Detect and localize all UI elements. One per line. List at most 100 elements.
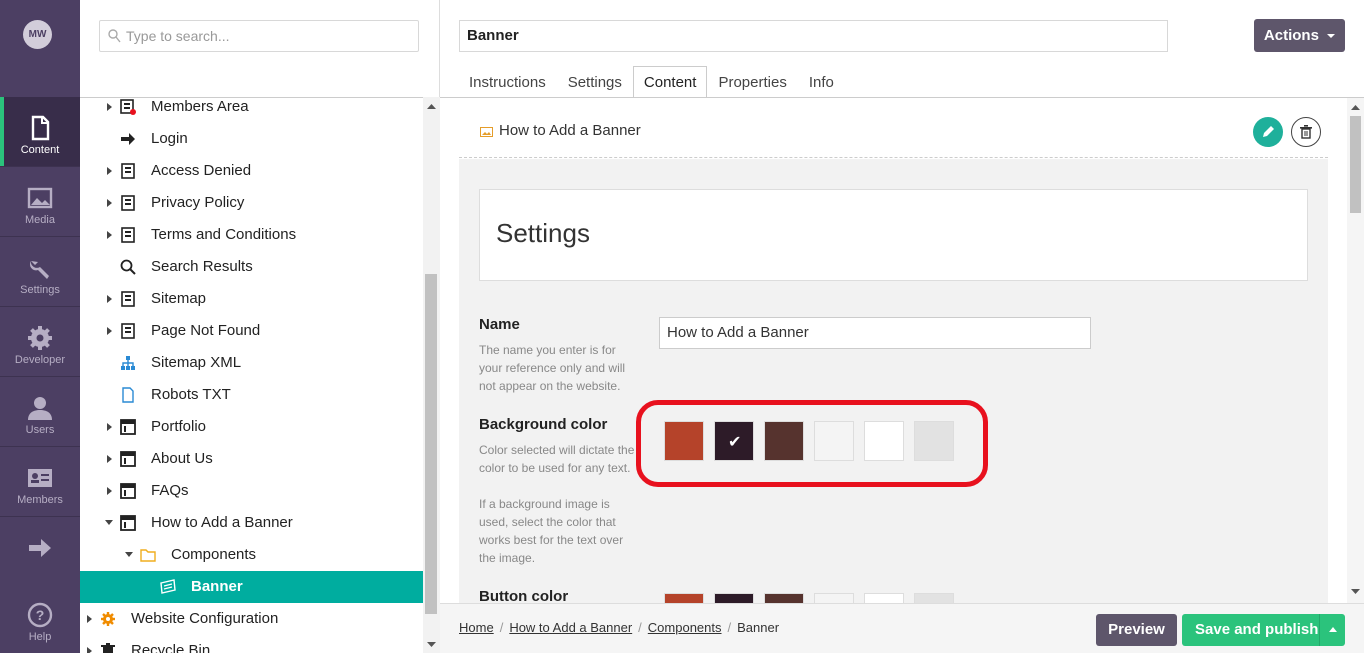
tree-node[interactable]: Website Configuration xyxy=(80,603,423,635)
tree-node-label: How to Add a Banner xyxy=(151,514,293,531)
save-and-publish-button[interactable]: Save and publish xyxy=(1182,614,1345,646)
expand-arrow-icon[interactable] xyxy=(107,231,112,239)
tree-node[interactable]: FAQs xyxy=(80,475,423,507)
color-swatch[interactable] xyxy=(764,593,804,603)
tree-node[interactable]: How to Add a Banner xyxy=(80,507,423,539)
actions-button[interactable]: Actions xyxy=(1254,19,1345,52)
tree-node[interactable]: Login xyxy=(80,123,423,155)
tree-list: Members Area Login Access Denied Privacy… xyxy=(80,97,423,653)
section-label: Members xyxy=(17,494,63,506)
layout-page-icon xyxy=(120,483,136,499)
editor-content: How to Add a Banner Settings Name The na… xyxy=(440,98,1347,603)
color-swatch[interactable] xyxy=(714,593,754,603)
section-settings[interactable]: Settings xyxy=(0,237,80,307)
section-users[interactable]: Users xyxy=(0,377,80,447)
expand-arrow-icon[interactable] xyxy=(107,295,112,303)
expand-arrow-icon[interactable] xyxy=(107,199,112,207)
caret-down-icon xyxy=(1327,34,1336,39)
settings-card: Settings xyxy=(479,189,1308,281)
background-color-description-2: If a background image is used, select th… xyxy=(479,497,624,565)
block-header[interactable]: How to Add a Banner xyxy=(459,98,1328,158)
tab-content[interactable]: Content xyxy=(632,66,708,98)
delete-button[interactable] xyxy=(1291,117,1321,147)
editor-scroll-thumb[interactable] xyxy=(1350,116,1361,213)
tree-node-label: Login xyxy=(151,130,188,147)
scroll-up-icon[interactable] xyxy=(1351,104,1360,110)
section-help[interactable]: ? Help xyxy=(0,590,80,653)
tree-node[interactable]: Search Results xyxy=(80,251,423,283)
expand-arrow-icon[interactable] xyxy=(87,615,92,623)
color-swatch[interactable] xyxy=(814,593,854,603)
expand-arrow-icon[interactable] xyxy=(107,423,112,431)
edit-button[interactable] xyxy=(1253,117,1283,147)
banner-icon xyxy=(160,579,176,594)
scroll-down-icon[interactable] xyxy=(427,642,436,648)
tree-node-label: Sitemap XML xyxy=(151,354,242,371)
breadcrumb: Home / How to Add a Banner / Components … xyxy=(459,620,779,635)
tree-node-selected[interactable]: Banner xyxy=(80,571,423,603)
expand-arrow-icon[interactable] xyxy=(107,327,112,335)
tab-properties[interactable]: Properties xyxy=(707,66,797,98)
section-forms[interactable] xyxy=(0,517,80,587)
editor-panel: Banner Actions Instructions Settings Con… xyxy=(440,0,1364,653)
tree-node-label: About Us xyxy=(151,450,213,467)
tree-search-input[interactable]: Type to search... xyxy=(99,20,419,52)
breadcrumb-page[interactable]: How to Add a Banner xyxy=(509,620,632,635)
color-swatch[interactable] xyxy=(864,593,904,603)
arrow-right-icon xyxy=(29,539,51,557)
editor-footer: Home / How to Add a Banner / Components … xyxy=(440,603,1364,653)
tree-node[interactable]: Robots TXT xyxy=(80,379,423,411)
search-icon xyxy=(120,259,136,275)
arrow-right-icon xyxy=(121,133,135,145)
highlight-annotation xyxy=(636,400,988,487)
tab-info[interactable]: Info xyxy=(798,66,845,98)
gear-icon xyxy=(28,326,52,350)
name-input[interactable]: How to Add a Banner xyxy=(659,317,1091,349)
tree-node[interactable]: Access Denied xyxy=(80,155,423,187)
collapse-arrow-icon[interactable] xyxy=(105,520,113,525)
expand-arrow-icon[interactable] xyxy=(107,167,112,175)
name-field-label: Name xyxy=(479,316,520,333)
expand-arrow-icon[interactable] xyxy=(87,647,92,653)
section-content[interactable]: Content xyxy=(0,97,80,167)
svg-text:?: ? xyxy=(36,607,45,623)
expand-arrow-icon[interactable] xyxy=(107,487,112,495)
breadcrumb-components[interactable]: Components xyxy=(648,620,722,635)
expand-arrow-icon[interactable] xyxy=(107,103,112,111)
tab-instructions[interactable]: Instructions xyxy=(458,66,557,98)
tree-node[interactable]: Portfolio xyxy=(80,411,423,443)
tree-node-label: Portfolio xyxy=(151,418,207,435)
section-label: Users xyxy=(25,424,55,436)
tree-node[interactable]: Privacy Policy xyxy=(80,187,423,219)
tree-node[interactable]: Members Area xyxy=(80,98,423,123)
breadcrumb-home[interactable]: Home xyxy=(459,620,494,635)
tree-node[interactable]: About Us xyxy=(80,443,423,475)
collapse-arrow-icon[interactable] xyxy=(125,552,133,557)
tree-node[interactable]: Recycle Bin xyxy=(80,635,423,653)
color-swatch[interactable] xyxy=(664,593,704,603)
tree-node[interactable]: Page Not Found xyxy=(80,315,423,347)
tree-node[interactable]: Sitemap XML xyxy=(80,347,423,379)
text-file-icon xyxy=(122,387,134,403)
editor-scrollbar[interactable] xyxy=(1347,98,1364,603)
scroll-up-icon[interactable] xyxy=(427,103,436,109)
tree-node[interactable]: Components xyxy=(80,539,423,571)
content-tree-panel: Type to search... Members Area Login Acc… xyxy=(80,0,440,653)
tree-node-label: Sitemap xyxy=(151,290,207,307)
tree-scroll-thumb[interactable] xyxy=(425,274,437,614)
tree-node[interactable]: Terms and Conditions xyxy=(80,219,423,251)
tree-scrollbar[interactable] xyxy=(423,97,440,653)
user-avatar[interactable]: MW xyxy=(23,20,52,49)
tab-settings[interactable]: Settings xyxy=(557,66,633,98)
expand-arrow-icon[interactable] xyxy=(107,455,112,463)
color-swatch[interactable] xyxy=(914,593,954,603)
publish-options-caret-icon[interactable] xyxy=(1319,614,1345,646)
node-name-input[interactable]: Banner xyxy=(459,20,1168,52)
section-members[interactable]: Members xyxy=(0,447,80,517)
section-developer[interactable]: Developer xyxy=(0,307,80,377)
scroll-down-icon[interactable] xyxy=(1351,589,1360,595)
tree-node[interactable]: Sitemap xyxy=(80,283,423,315)
block-editor-area: Settings Name The name you enter is for … xyxy=(459,159,1328,603)
preview-button[interactable]: Preview xyxy=(1096,614,1177,646)
section-media[interactable]: Media xyxy=(0,167,80,237)
